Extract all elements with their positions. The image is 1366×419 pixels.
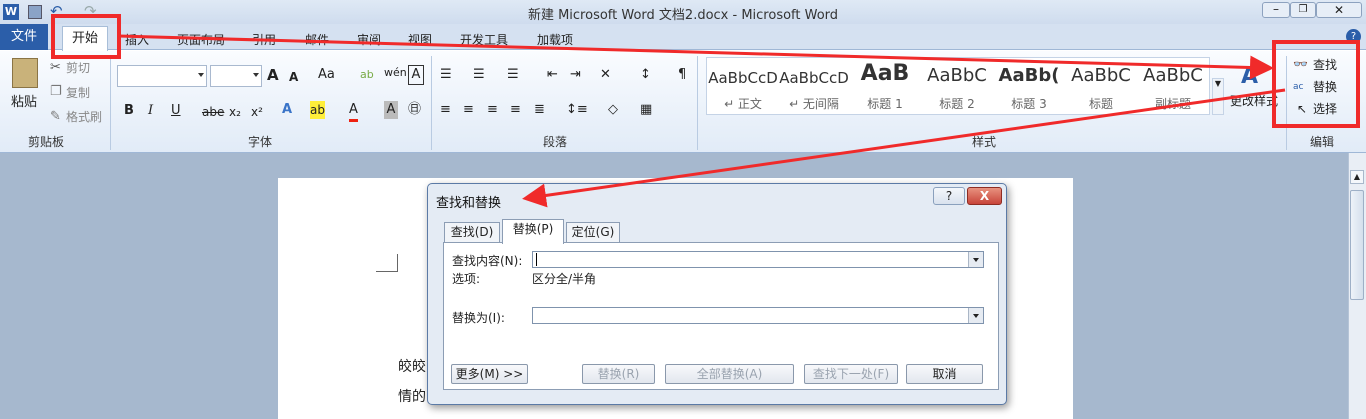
- tab-replace[interactable]: 替换(P): [502, 219, 564, 244]
- arrow-to-dialog: [522, 88, 1286, 208]
- arrow-to-find: [117, 34, 1274, 80]
- annotation-arrows: [117, 34, 1286, 208]
